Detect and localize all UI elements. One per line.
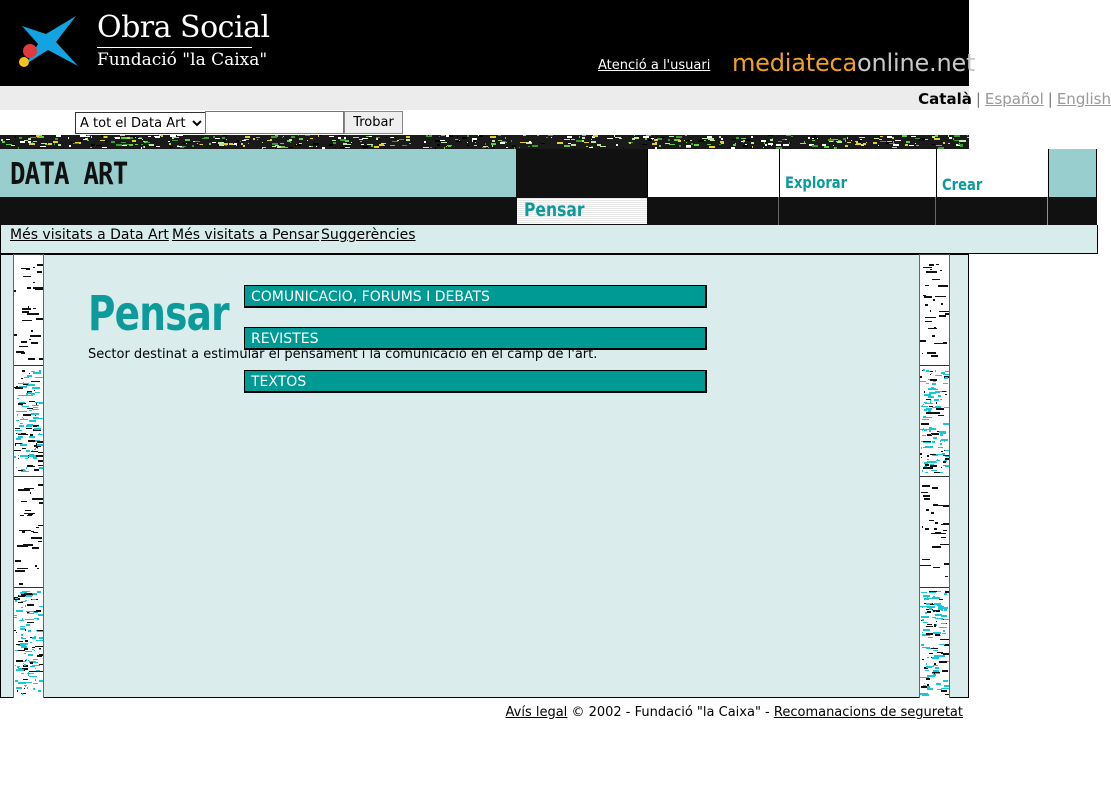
- decorative-left-strip: [13, 254, 44, 698]
- lang-espanol-link[interactable]: Español: [985, 90, 1044, 108]
- section-link-textos[interactable]: TEXTOS: [244, 370, 707, 393]
- right-strip-pattern: [920, 254, 949, 696]
- user-support-link[interactable]: Atenció a l'usuari: [598, 58, 710, 73]
- decorative-noise-band: [0, 135, 969, 149]
- language-selector: Català | Español | English: [142, 90, 1111, 108]
- brand-divider: [97, 47, 252, 48]
- section-link-revistes[interactable]: REVISTES: [244, 327, 707, 350]
- tab-explorar-label: Explorar: [785, 173, 848, 192]
- suggestions-link[interactable]: Suggerències: [321, 227, 416, 243]
- tab-explorar[interactable]: Explorar: [779, 149, 936, 197]
- nav-divider: [778, 197, 779, 225]
- tab-crear[interactable]: Crear: [936, 149, 1048, 197]
- most-visited-dataart-link[interactable]: Més visitats a Data Art: [10, 227, 169, 243]
- site-name-part2: online.net: [857, 49, 976, 77]
- most-visited-pensar-link[interactable]: Més visitats a Pensar: [172, 227, 319, 243]
- mediatecaonline-logo[interactable]: mediatecaonline.net: [732, 49, 975, 77]
- section-link-comunicacio[interactable]: COMUNICACIO, FORUMS I DEBATS: [244, 285, 707, 308]
- search-input[interactable]: [205, 111, 344, 134]
- left-strip-pattern: [14, 254, 43, 695]
- lang-separator: |: [1047, 90, 1053, 108]
- tab-pensar-label: Pensar: [524, 199, 585, 221]
- footer: Avís legal © 2002 - Fundació "la Caixa" …: [0, 705, 963, 720]
- search-button[interactable]: Trobar: [344, 111, 403, 134]
- decorative-right-strip: [919, 254, 950, 698]
- search-scope-select[interactable]: A tot el Data Art: [75, 112, 206, 134]
- la-caixa-star-logo-icon[interactable]: [12, 14, 82, 72]
- section-title[interactable]: DATA ART: [10, 157, 128, 192]
- lang-catala: Català: [918, 90, 972, 108]
- lang-english-link[interactable]: English: [1057, 90, 1111, 108]
- brand-title: Obra Social: [97, 10, 270, 45]
- tab-crear-label: Crear: [942, 175, 983, 194]
- page-title: Pensar: [88, 286, 230, 342]
- nav-cell-blank: [647, 149, 779, 197]
- security-recommendations-link[interactable]: Recomanacions de seguretat: [774, 705, 963, 720]
- legal-notice-link[interactable]: Avís legal: [506, 705, 568, 720]
- brand-subtitle: Fundació "la Caixa": [97, 50, 268, 70]
- copyright-text: © 2002 - Fundació "la Caixa" -: [571, 705, 770, 720]
- site-name-part1: mediateca: [732, 49, 858, 77]
- nav-cell-end: [1048, 149, 1097, 197]
- nav-divider: [935, 197, 936, 225]
- lang-separator: |: [975, 90, 981, 108]
- nav-divider: [1047, 197, 1048, 225]
- nav-cell-pensar-top: [516, 149, 647, 197]
